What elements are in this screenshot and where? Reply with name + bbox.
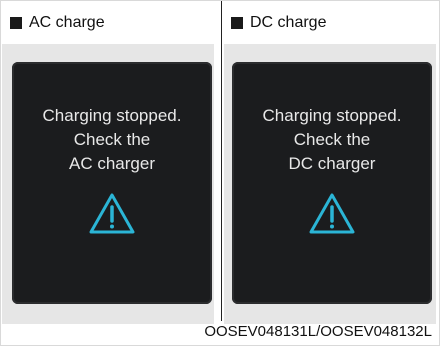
dc-charge-heading: DC charge <box>231 12 326 34</box>
dc-charge-heading-label: DC charge <box>250 14 327 31</box>
dc-message-line-3: DC charger <box>288 154 376 173</box>
ac-charge-heading-label: AC charge <box>29 14 105 31</box>
bullet-square-icon <box>10 17 22 29</box>
bullet-square-icon <box>231 17 243 29</box>
figure-caption: OOSEV048131L/OOSEV048132L <box>204 323 432 340</box>
dc-display-screen: Charging stopped. Check the DC charger <box>232 62 432 304</box>
warning-triangle-icon <box>309 193 355 234</box>
panel-divider <box>221 1 222 321</box>
ac-display-screen: Charging stopped. Check the AC charger <box>12 62 212 304</box>
warning-triangle-icon <box>89 193 135 234</box>
dc-message-line-1: Charging stopped. <box>262 106 402 125</box>
ac-message: Charging stopped. Check the AC charger <box>12 104 212 176</box>
dc-message-line-2: Check the <box>293 130 371 149</box>
ac-charge-heading: AC charge <box>10 12 105 34</box>
dc-message: Charging stopped. Check the DC charger <box>232 104 432 176</box>
ac-message-line-1: Charging stopped. <box>42 106 182 125</box>
ac-message-line-2: Check the <box>73 130 151 149</box>
ac-message-line-3: AC charger <box>69 154 155 173</box>
